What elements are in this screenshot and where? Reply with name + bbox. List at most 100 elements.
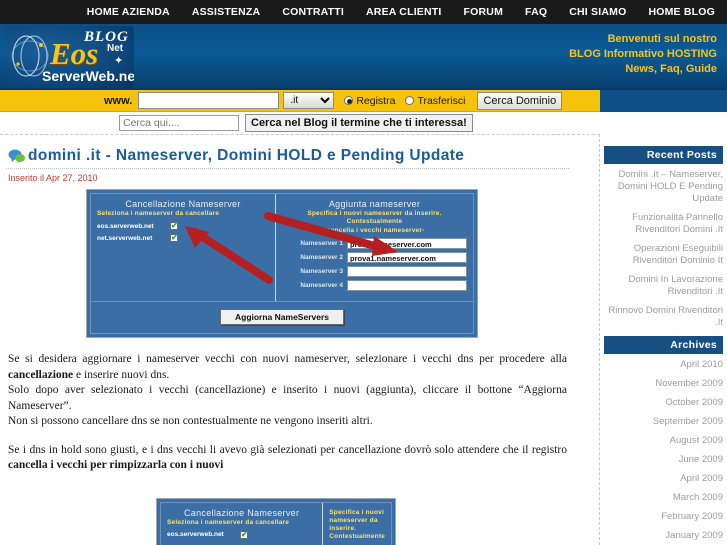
nameserver-field-label-3: Nameserver 3 (300, 268, 343, 275)
nav-item-chi-siamo[interactable]: CHI SIAMO (569, 6, 626, 18)
sidebar-item-recent-post-3[interactable]: Operazioni Eseguibili Rivenditori Domini… (604, 243, 723, 267)
sidebar-item-recent-post-1[interactable]: Domini .It – Nameserver, Domini HOLD E P… (604, 169, 723, 205)
nameserver-field-row[interactable]: Nameserver 1 prova.nameserver.com (282, 238, 467, 249)
site-banner: BLOG Eos Net ✦ ServerWeb.net Benvenuti s… (0, 24, 727, 90)
cancellazione-subtitle-2: Seleziona i nameserver da cancellare (167, 518, 290, 526)
sidebar-heading-recent-posts: Recent Posts (604, 146, 723, 164)
cancellazione-subtitle: Seleziona i nameserver da cancellare (97, 210, 220, 217)
site-logo[interactable]: BLOG Eos Net ✦ ServerWeb.net (6, 26, 134, 88)
blog-search-row: Cerca nel Blog il termine che ti interes… (0, 112, 600, 134)
para1-run3: e inserire nuovi dns. (73, 368, 170, 381)
para2-run1: Se i dns in hold sono giusti, e i dns ve… (8, 443, 567, 456)
nameserver-checkbox-row[interactable]: eos.serverweb.net (97, 221, 269, 231)
domain-name-input[interactable] (138, 92, 280, 109)
nav-item-area-clienti[interactable]: AREA CLIENTI (366, 6, 442, 18)
nav-item-home-blog[interactable]: HOME BLOG (648, 6, 715, 18)
nameserver-field-row[interactable]: Nameserver 2 prova1.nameserver.com (282, 252, 467, 263)
nameserver-panel-top: Cancellazione Nameserver Seleziona i nam… (90, 193, 474, 302)
nameserver-field-input-1[interactable]: prova.nameserver.com (347, 238, 467, 249)
radio-registra[interactable]: Registra (344, 95, 395, 107)
nameserver-panel-screenshot: Cancellazione Nameserver Seleziona i nam… (86, 189, 478, 338)
sidebar-item-recent-post-5[interactable]: Rinnovo Domini Rivenditori .It (604, 305, 723, 329)
nav-item-assistenza[interactable]: ASSISTENZA (192, 6, 261, 18)
logo-star-icon: ✦ (114, 55, 124, 67)
radio-trasferisci-label: Trasferisci (417, 94, 466, 107)
nameserver-checkbox-2[interactable] (170, 233, 178, 243)
nameserver-checkbox-label-1b: eos.serverweb.net (167, 531, 224, 538)
nameserver-field-input-4[interactable] (347, 280, 467, 291)
aggiunta-column: Aggiunta nameserver Specifica i nuovi na… (276, 194, 473, 301)
post-image-2[interactable]: Cancellazione Nameserver Seleziona i nam… (6, 497, 569, 545)
tld-select[interactable]: .it (283, 92, 335, 109)
radio-trasferisci-indicator[interactable] (405, 96, 415, 105)
welcome-message: Benvenuti sul nostro BLOG Informativo HO… (569, 32, 717, 77)
top-navigation-bar: HOME AZIENDA ASSISTENZA CONTRATTI AREA C… (0, 0, 727, 24)
cancellazione-title: Cancellazione Nameserver (125, 199, 241, 209)
nameserver-field-row[interactable]: Nameserver 4 (282, 280, 467, 291)
blog-search-input[interactable] (119, 115, 239, 131)
para2-bold-cancella: cancella i vecchi per rimpizzarla con i … (8, 459, 224, 471)
nameserver-field-input-2[interactable]: prova1.nameserver.com (347, 252, 467, 263)
nameserver-panel-bottom: Aggiorna NameServers (90, 302, 474, 334)
nameserver-checkbox-label-2: net.serverweb.net (97, 234, 153, 242)
cerca-dominio-button[interactable]: Cerca Dominio (477, 91, 563, 110)
post-paragraph-2: Se i dns in hold sono giusti, e i dns ve… (8, 443, 567, 474)
aggiorna-nameservers-button[interactable]: Aggiorna NameServers (219, 309, 344, 325)
post-title-text: domini .it - Nameserver, Domini HOLD e P… (28, 147, 465, 164)
sidebar-item-archive-10[interactable]: January 2009 (604, 530, 723, 542)
sidebar-item-recent-post-4[interactable]: Domini In Lavorazione Rivenditori .It (604, 274, 723, 298)
nav-item-contratti[interactable]: CONTRATTI (282, 6, 344, 18)
nav-item-home-azienda[interactable]: HOME AZIENDA (87, 6, 170, 18)
comment-bubble-icon (8, 149, 25, 163)
post-paragraph-1: Se si desidera aggiornare i nameserver v… (8, 352, 567, 430)
sidebar-item-archive-2[interactable]: November 2009 (604, 378, 723, 390)
domain-search-bar: www. .it Registra Trasferisci Cerca Domi… (0, 90, 727, 112)
sidebar-item-archive-3[interactable]: October 2009 (604, 397, 723, 409)
sidebar-item-archive-4[interactable]: September 2009 (604, 416, 723, 428)
sidebar-item-archive-5[interactable]: August 2009 (604, 435, 723, 447)
para1-bold-cancellazione: cancellazione (8, 368, 74, 381)
sidebar-item-archive-8[interactable]: March 2009 (604, 492, 723, 504)
aggiunta-subtitle-1: Specifica i nuovi nameserver da inserire… (307, 210, 442, 225)
sidebar-item-archive-7[interactable]: April 2009 (604, 473, 723, 485)
aggiunta-column-2: Specifica i nuovi nameserver da inserire… (323, 503, 391, 545)
cancellazione-title-2: Cancellazione Nameserver (184, 507, 300, 518)
nameserver-field-label-2: Nameserver 2 (300, 254, 343, 261)
radio-trasferisci[interactable]: Trasferisci (405, 95, 465, 107)
page-wrapper: domini .it - Nameserver, Domini HOLD e P… (0, 134, 727, 545)
nameserver-field-row[interactable]: Nameserver 3 (282, 266, 467, 277)
logo-serverweb-text: ServerWeb.net (42, 68, 134, 84)
sidebar-item-archive-6[interactable]: June 2009 (604, 454, 723, 466)
welcome-line-2: BLOG Informativo HOSTING (569, 48, 717, 60)
radio-registra-indicator[interactable] (344, 96, 354, 105)
nameserver-field-label-1: Nameserver 1 (300, 240, 343, 247)
logo-net-text: Net (107, 43, 124, 54)
nameserver-checkbox-row[interactable]: net.serverweb.net (97, 233, 269, 243)
sidebar-item-archive-9[interactable]: February 2009 (604, 511, 723, 523)
nav-item-faq[interactable]: FAQ (525, 6, 547, 18)
post-image-1[interactable]: Cancellazione Nameserver Seleziona i nam… (6, 189, 569, 338)
radio-registra-label: Registra (356, 94, 396, 107)
nameserver-checkbox-label-1: eos.serverweb.net (97, 222, 154, 230)
nameserver-checkbox-row[interactable]: eos.serverweb.net (167, 530, 316, 540)
para1-run4: Solo dopo aver selezionato i vecchi (can… (8, 384, 567, 427)
main-content: domini .it - Nameserver, Domini HOLD e P… (0, 134, 600, 545)
aggiunta-subtitle-2: -cancella i vecchi nameserver- (324, 227, 425, 234)
nameserver-panel-top-2: Cancellazione Nameserver Seleziona i nam… (160, 501, 392, 545)
nameserver-field-input-3[interactable] (347, 266, 467, 277)
nav-item-forum[interactable]: FORUM (464, 6, 504, 18)
domain-bar-right-filler (600, 90, 727, 112)
nameserver-checkbox-1b[interactable] (240, 530, 248, 540)
nameserver-field-label-4: Nameserver 4 (300, 282, 343, 289)
cancellazione-column: Cancellazione Nameserver Seleziona i nam… (91, 194, 276, 301)
sidebar-item-archive-1[interactable]: April 2010 (604, 359, 723, 371)
nameserver-checkbox-1[interactable] (170, 221, 178, 231)
sidebar-item-recent-post-2[interactable]: Funzionalità Pannello Rivenditori Domini… (604, 212, 723, 236)
sidebar: Recent Posts Domini .It – Nameserver, Do… (600, 134, 727, 545)
post-date: Inserito il Apr 27, 2010 (8, 173, 98, 183)
post-body: Se si desidera aggiornare i nameserver v… (6, 338, 569, 474)
www-label: www. (104, 94, 133, 107)
blog-search-button[interactable]: Cerca nel Blog il termine che ti interes… (245, 114, 473, 132)
post-title: domini .it - Nameserver, Domini HOLD e P… (6, 141, 569, 169)
para1-run1: Se si desidera aggiornare i nameserver v… (8, 353, 567, 365)
